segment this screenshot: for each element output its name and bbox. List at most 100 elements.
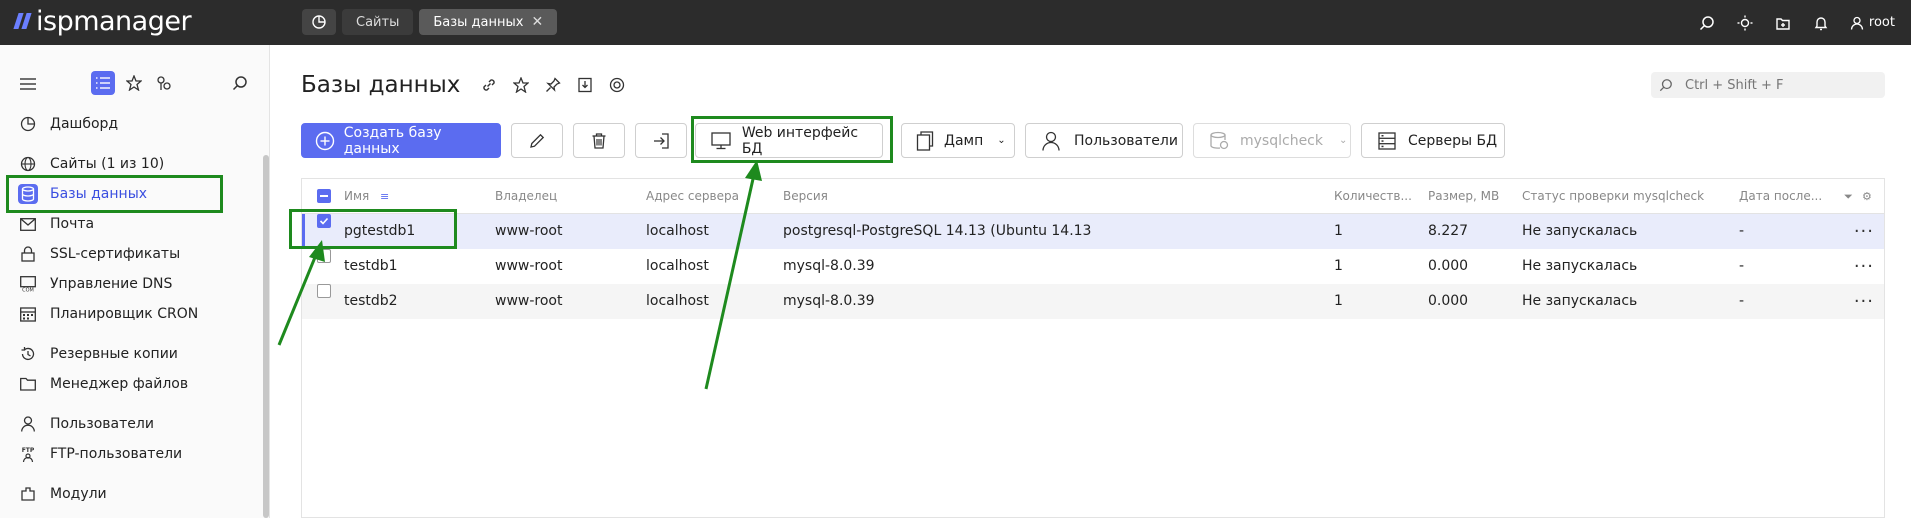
svg-text:FTP: FTP xyxy=(22,447,35,454)
close-icon[interactable]: ✕ xyxy=(531,14,543,30)
server-icon xyxy=(1376,130,1398,152)
web-interface-button[interactable]: Web интерфейс БД xyxy=(695,123,883,158)
cell-owner: www-root xyxy=(495,258,563,274)
sidebar-item-modules[interactable]: Модули xyxy=(18,479,107,509)
column-version[interactable]: Версия xyxy=(783,179,828,214)
sidebar-item-users[interactable]: Пользователи xyxy=(18,409,154,439)
sidebar-item-mail[interactable]: Почта xyxy=(18,209,94,239)
tab-sites[interactable]: Сайты xyxy=(342,9,414,35)
row-menu-icon[interactable]: ··· xyxy=(1854,284,1874,319)
delete-button[interactable] xyxy=(573,123,625,158)
sidebar-item-backups[interactable]: Резервные копии xyxy=(18,339,178,369)
user-icon xyxy=(18,414,38,434)
sidebar-item-files[interactable]: Менеджер файлов xyxy=(18,369,188,399)
column-server[interactable]: Адрес сервера xyxy=(646,179,739,214)
lock-icon xyxy=(18,244,38,264)
column-name-label: Имя xyxy=(344,189,370,203)
sidebar-search-icon[interactable] xyxy=(232,75,248,95)
export-icon[interactable] xyxy=(575,75,595,95)
column-date[interactable]: Дата после... xyxy=(1739,179,1822,214)
plus-icon xyxy=(314,130,336,152)
sidebar-item-dns[interactable]: COM Управление DNS xyxy=(18,269,172,299)
sidebar-item-ssl[interactable]: SSL-сертификаты xyxy=(18,239,180,269)
sidebar-item-ftp-users[interactable]: FTP FTP-пользователи xyxy=(18,439,182,469)
pie-chart-icon xyxy=(312,15,326,29)
global-search[interactable] xyxy=(1651,72,1885,98)
select-all-checkbox[interactable] xyxy=(317,189,331,203)
user-menu[interactable]: root xyxy=(1850,15,1895,30)
dump-button[interactable]: Дамп ⌄ xyxy=(901,123,1015,158)
logo[interactable]: ispmanager xyxy=(13,6,192,37)
column-owner[interactable]: Владелец xyxy=(495,179,557,214)
filter-icon[interactable]: ⏷ xyxy=(1844,179,1853,214)
cell-status: Не запускалась xyxy=(1522,223,1638,239)
tab-databases[interactable]: Базы данных ✕ xyxy=(419,9,558,35)
search-icon[interactable] xyxy=(1698,14,1716,32)
sidebar-item-label: Дашборд xyxy=(50,116,119,132)
databases-table: Имя ≡ Владелец Адрес сервера Версия Коли… xyxy=(301,178,1885,518)
column-size[interactable]: Размер, MB xyxy=(1428,179,1499,214)
cell-date: - xyxy=(1739,223,1745,239)
dashboard-icon xyxy=(18,114,38,134)
sidebar-item-databases[interactable]: Базы данных xyxy=(18,179,147,209)
cell-version: postgresql-PostgreSQL 14.13 (Ubuntu 14.1… xyxy=(783,223,1092,239)
bell-icon[interactable] xyxy=(1812,14,1830,32)
selected-row-marker xyxy=(302,214,305,249)
sidebar-item-dashboard[interactable]: Дашборд xyxy=(18,109,118,139)
top-bar: ispmanager Сайты Базы данных ✕ root xyxy=(0,0,1911,45)
sort-icon[interactable]: ≡ xyxy=(380,179,389,214)
theme-icon[interactable] xyxy=(1736,14,1754,32)
column-mysqlcheck-status[interactable]: Статус проверки mysqlcheck xyxy=(1522,179,1704,214)
column-count[interactable]: Количеств... xyxy=(1334,179,1412,214)
users-button[interactable]: Пользователи xyxy=(1025,123,1183,158)
login-button[interactable] xyxy=(635,123,687,158)
table-row[interactable]: testdb1 www-root localhost mysql-8.0.39 … xyxy=(302,249,1884,284)
help-icon[interactable] xyxy=(607,75,627,95)
sidebar-item-label: Сайты (1 из 10) xyxy=(50,156,165,172)
pin-icon[interactable] xyxy=(543,75,563,95)
edit-button[interactable] xyxy=(511,123,563,158)
main-content: Базы данных Создать базу данных Web инте… xyxy=(271,45,1911,518)
cell-date: - xyxy=(1739,258,1745,274)
search-input[interactable] xyxy=(1685,77,1875,93)
settings-icon[interactable]: ⚙ xyxy=(1862,179,1872,214)
page-title: Базы данных xyxy=(301,72,461,98)
db-servers-button[interactable]: Серверы БД xyxy=(1361,123,1505,158)
row-checkbox[interactable] xyxy=(317,284,331,298)
upload-icon[interactable] xyxy=(1774,14,1792,32)
dns-icon: COM xyxy=(18,274,38,294)
cell-status: Не запускалась xyxy=(1522,258,1638,274)
sidebar-item-sites[interactable]: Сайты (1 из 10) xyxy=(18,149,164,179)
table-row[interactable]: testdb2 www-root localhost mysql-8.0.39 … xyxy=(302,284,1884,319)
plugins-icon[interactable] xyxy=(156,75,172,95)
star-icon[interactable] xyxy=(125,74,143,95)
dump-icon xyxy=(914,130,936,152)
cell-server: localhost xyxy=(646,293,709,309)
menu-icon[interactable] xyxy=(20,76,36,95)
sidebar-scrollbar[interactable] xyxy=(263,155,269,518)
sidebar-item-label: Базы данных xyxy=(50,186,148,202)
enter-icon xyxy=(650,130,672,152)
favorite-icon[interactable] xyxy=(511,75,531,95)
cell-version: mysql-8.0.39 xyxy=(783,293,875,309)
sidebar-item-label: FTP-пользователи xyxy=(50,446,183,462)
list-view-icon[interactable] xyxy=(91,71,115,95)
table-row[interactable]: pgtestdb1 www-root localhost postgresql-… xyxy=(302,214,1884,249)
create-database-button[interactable]: Создать базу данных xyxy=(301,123,501,158)
mail-icon xyxy=(18,214,38,234)
row-menu-icon[interactable]: ··· xyxy=(1854,249,1874,284)
cell-count: 1 xyxy=(1334,223,1343,239)
row-menu-icon[interactable]: ··· xyxy=(1854,214,1874,249)
db-servers-label: Серверы БД xyxy=(1408,132,1498,149)
sidebar-item-label: Управление DNS xyxy=(50,276,173,292)
row-checkbox[interactable] xyxy=(317,249,331,263)
cell-count: 1 xyxy=(1334,293,1343,309)
column-name[interactable]: Имя xyxy=(344,179,369,214)
link-icon[interactable] xyxy=(479,75,499,95)
cell-date: - xyxy=(1739,293,1745,309)
dump-label: Дамп xyxy=(944,132,984,149)
row-checkbox[interactable] xyxy=(317,214,331,228)
mysqlcheck-button[interactable]: mysqlcheck ⌄ xyxy=(1193,123,1351,158)
sidebar-item-cron[interactable]: Планировщик CRON xyxy=(18,299,198,329)
tab-dashboard[interactable] xyxy=(302,9,336,35)
